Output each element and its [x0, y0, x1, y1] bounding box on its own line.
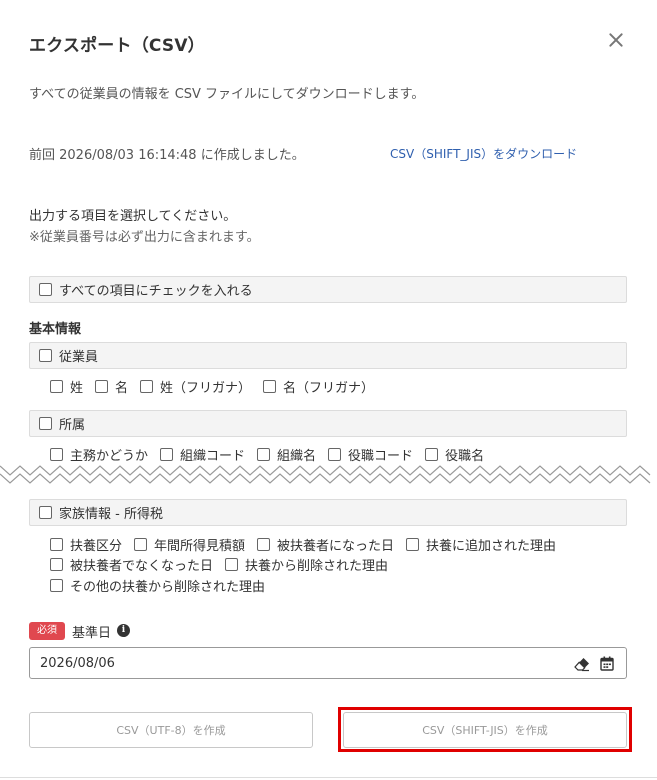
field-last-name[interactable]: 姓	[50, 377, 83, 396]
group-employee[interactable]: 従業員	[29, 342, 627, 369]
checkbox[interactable]	[50, 538, 63, 551]
family-fields-row-1: 扶養区分 年間所得見積額 被扶養者になった日 扶養に追加された理由	[50, 535, 568, 554]
download-sjis-link[interactable]: CSV（SHIFT_JIS）をダウンロード	[390, 145, 577, 162]
base-date-input[interactable]: 2026/08/06	[29, 647, 627, 679]
checkbox[interactable]	[257, 538, 271, 551]
checkbox[interactable]	[406, 538, 420, 551]
checkbox[interactable]	[225, 558, 239, 571]
checkbox[interactable]	[160, 448, 174, 461]
close-icon[interactable]	[606, 30, 626, 50]
field-dependent-type[interactable]: 扶養区分	[50, 535, 122, 554]
group-family-label: 家族情報 - 所得税	[59, 507, 163, 522]
group-employee-label: 従業員	[59, 350, 99, 365]
checkbox[interactable]	[140, 380, 154, 393]
checkbox[interactable]	[425, 448, 439, 461]
section-title-basic-info: 基本情報	[29, 322, 82, 337]
eraser-icon[interactable]	[574, 656, 590, 672]
checkbox[interactable]	[328, 448, 342, 461]
select-all-checkbox[interactable]	[39, 283, 52, 296]
checkbox[interactable]	[134, 538, 148, 551]
checkbox[interactable]	[50, 380, 63, 393]
field-last-name-kana[interactable]: 姓（フリガナ）	[140, 377, 251, 396]
field-dependent-added-reason[interactable]: 扶養に追加された理由	[406, 535, 556, 554]
employee-fields: 姓 名 姓（フリガナ） 名（フリガナ）	[50, 377, 386, 396]
field-other-dependent-removed-reason[interactable]: その他の扶養から削除された理由	[50, 576, 265, 595]
create-csv-utf8-button[interactable]: CSV（UTF-8）を作成	[29, 712, 313, 748]
select-all-label: すべての項目にチェックを入れる	[59, 284, 253, 299]
dialog-description: すべての従業員の情報を CSV ファイルにしてダウンロードします。	[29, 87, 425, 102]
calendar-icon[interactable]	[600, 656, 614, 671]
group-affiliation[interactable]: 所属	[29, 410, 627, 437]
field-first-name-kana[interactable]: 名（フリガナ）	[263, 377, 374, 396]
group-employee-checkbox[interactable]	[39, 349, 52, 362]
group-family-income-tax[interactable]: 家族情報 - 所得税	[29, 499, 627, 526]
base-date-label: 基準日	[72, 626, 112, 641]
instruction-note: ※従業員番号は必ず出力に含まれます。	[29, 230, 260, 245]
highlight-frame	[338, 707, 632, 752]
checkbox[interactable]	[50, 558, 63, 571]
instruction-text: 出力する項目を選択してください。	[29, 209, 237, 224]
group-family-checkbox[interactable]	[39, 506, 52, 519]
field-dependent-removed-reason[interactable]: 扶養から削除された理由	[225, 555, 388, 574]
field-dependent-start-date[interactable]: 被扶養者になった日	[257, 535, 394, 554]
dialog-bottom-edge	[0, 777, 657, 778]
last-created-text: 前回 2026/08/03 16:14:48 に作成しました。	[29, 148, 305, 163]
checkbox[interactable]	[257, 448, 271, 461]
checkbox[interactable]	[50, 448, 63, 461]
field-first-name[interactable]: 名	[95, 377, 128, 396]
checkbox[interactable]	[50, 579, 63, 592]
dialog-title: エクスポート（CSV）	[29, 36, 205, 56]
field-dependent-end-date[interactable]: 被扶養者でなくなった日	[50, 555, 213, 574]
group-affiliation-label: 所属	[59, 418, 86, 433]
checkbox[interactable]	[263, 380, 277, 393]
info-icon[interactable]: i	[117, 624, 130, 637]
family-fields-row-3: その他の扶養から削除された理由	[50, 576, 277, 595]
group-affiliation-checkbox[interactable]	[39, 417, 52, 430]
checkbox[interactable]	[95, 380, 109, 393]
select-all-row[interactable]: すべての項目にチェックを入れる	[29, 276, 627, 303]
family-fields-row-2: 被扶養者でなくなった日 扶養から削除された理由	[50, 555, 400, 574]
required-badge: 必須	[29, 622, 65, 640]
field-annual-income-estimate[interactable]: 年間所得見積額	[134, 535, 245, 554]
content-cut-divider	[0, 462, 657, 488]
